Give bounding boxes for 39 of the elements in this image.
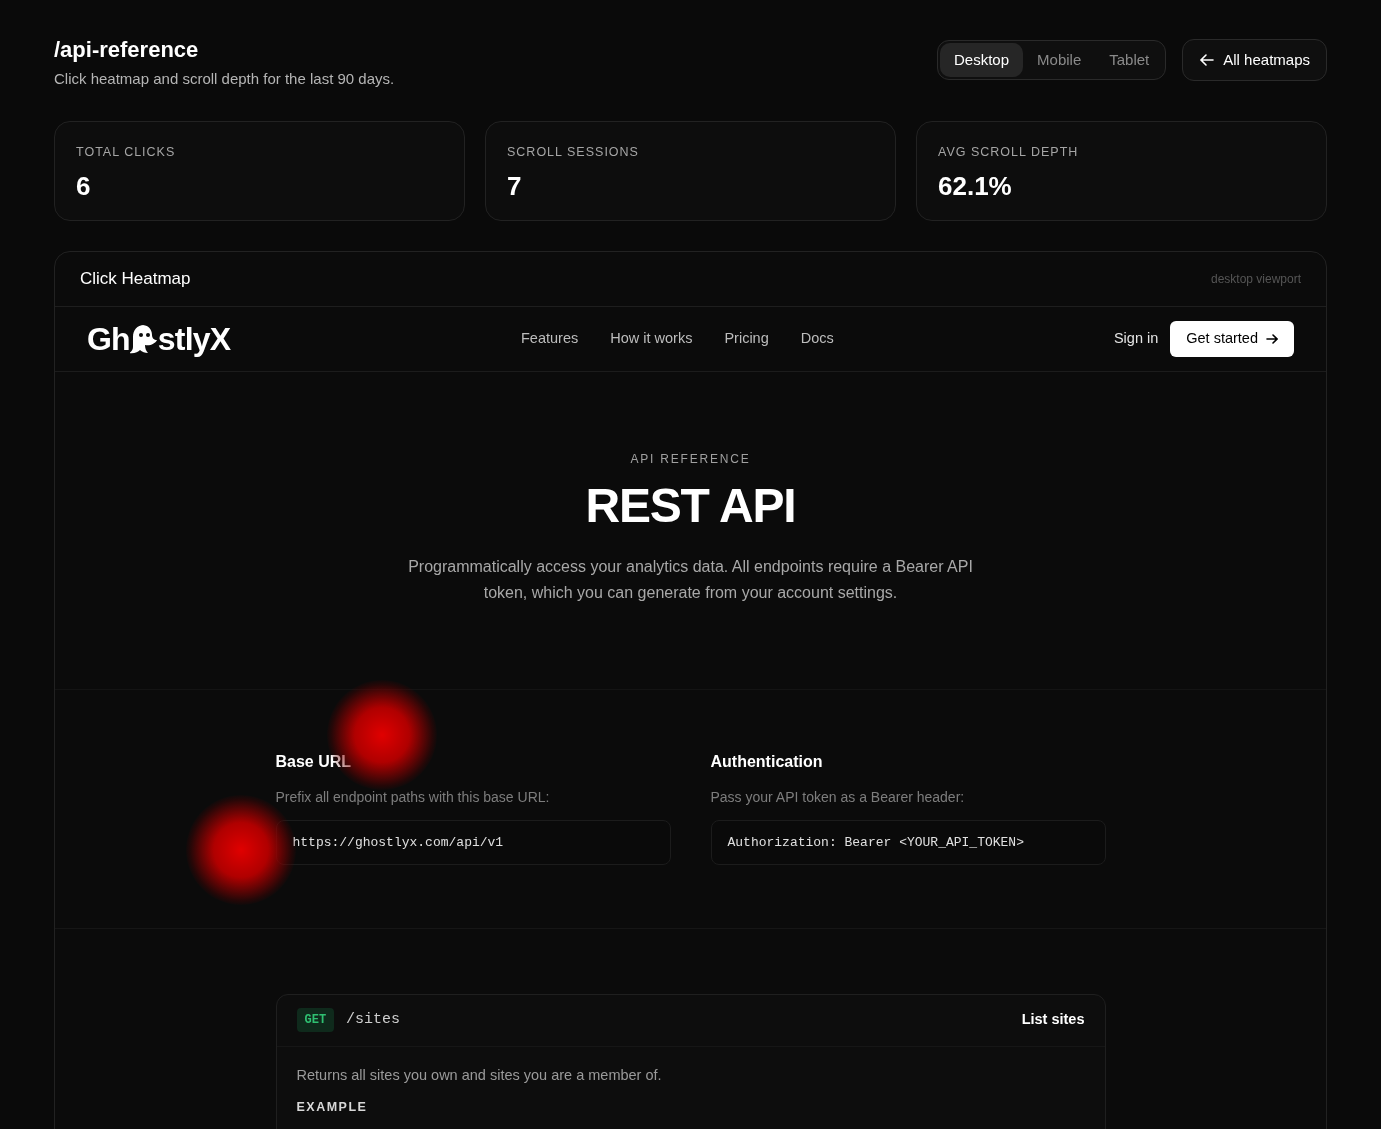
device-tab[interactable]: Desktop — [940, 43, 1024, 77]
section-title: Base URL — [275, 751, 353, 772]
code-block: https://ghostlyx.com/api/v1 — [275, 819, 671, 865]
section-description: Pass your API token as a Bearer header: — [710, 787, 966, 807]
hero-heading: REST API — [585, 477, 796, 534]
page-subtitle: Click heatmap and scroll depth for the last 90 days. — [54, 69, 395, 89]
logo-text: Gh — [87, 319, 130, 359]
section-description: Prefix all endpoint paths with this base URL: — [275, 787, 551, 807]
nav-link[interactable]: How it works — [610, 327, 693, 350]
device-tab[interactable]: Tablet — [1095, 43, 1164, 77]
sign-in-link[interactable]: Sign in — [1113, 327, 1159, 350]
viewport-label: desktop viewport — [1210, 270, 1301, 288]
stat-value: 6 — [76, 170, 92, 204]
endpoint-path: /sites — [346, 1009, 401, 1030]
arrow-right-icon — [1266, 332, 1278, 345]
logo-text: stlyX — [157, 319, 231, 359]
nav-link[interactable]: Features — [521, 327, 579, 350]
arrow-left-icon — [1199, 52, 1216, 68]
stat-label: AVG SCROLL DEPTH — [938, 143, 1080, 161]
example-label: EXAMPLE — [296, 1099, 369, 1117]
device-tab[interactable]: Mobile — [1023, 43, 1096, 77]
stat-value: 62.1% — [938, 170, 1013, 204]
ghost-icon — [129, 322, 158, 355]
hero-description: Programmatically access your analytics data. All endpoints require a Bearer API token, which you can generate from your account settings. — [407, 556, 974, 603]
stat-label: TOTAL CLICKS — [76, 143, 177, 161]
endpoint-description: Returns all sites you own and sites you are a member of. — [296, 1065, 663, 1085]
panel-title: Click Heatmap — [80, 267, 191, 290]
section-eyebrow: API REFERENCE — [630, 450, 751, 468]
nav-link[interactable]: Docs — [800, 327, 834, 350]
page-title: /api-reference — [54, 36, 200, 64]
code-block: Authorization: Bearer <YOUR_API_TOKEN> — [710, 819, 1106, 865]
all-heatmaps-button[interactable]: All heatmaps — [1182, 39, 1327, 81]
stat-value: 7 — [507, 170, 523, 204]
stat-label: SCROLL SESSIONS — [507, 143, 640, 161]
nav-link[interactable]: Pricing — [724, 327, 769, 350]
get-started-button[interactable]: Get started — [1170, 320, 1294, 357]
method-badge: GET — [296, 1008, 335, 1032]
section-title: Authentication — [710, 751, 824, 772]
endpoint-summary: List sites — [1021, 1010, 1085, 1030]
